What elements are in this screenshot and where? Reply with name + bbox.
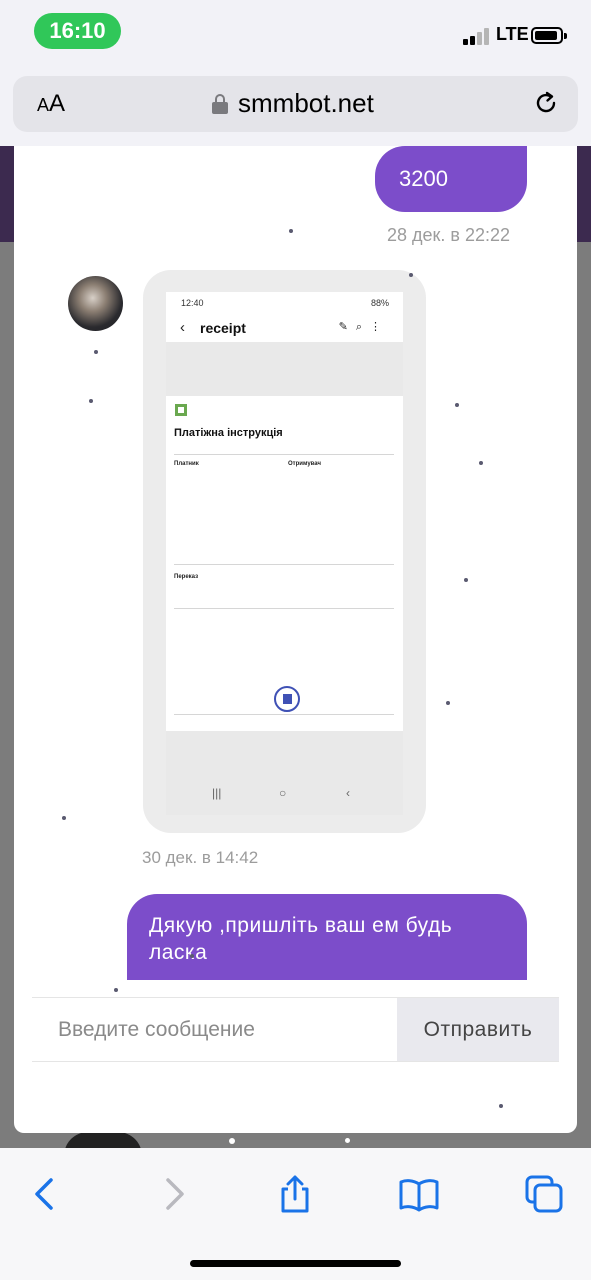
back-arrow-icon: ‹ xyxy=(180,319,185,336)
tabs-icon[interactable] xyxy=(524,1174,564,1214)
chat-window: 3200 28 дек. в 22:22 12:40 88% ‹ receipt… xyxy=(14,146,577,1133)
lock-icon xyxy=(212,94,228,114)
screen: 16:10 LTE AA smmbot.net 3200 28 дек. в 2… xyxy=(0,0,591,1280)
forward-icon[interactable] xyxy=(154,1174,194,1214)
screenshot-status-bar: 12:40 88% xyxy=(166,292,403,314)
document-title: Платіжна інструкція xyxy=(174,427,283,439)
payer-heading: Платник xyxy=(174,461,199,467)
image-message[interactable]: 12:40 88% ‹ receipt ✎⌕⋮ Платіжна інструк… xyxy=(143,270,426,833)
transfer-heading: Переказ xyxy=(174,574,199,580)
message-input[interactable] xyxy=(32,998,397,1061)
send-button[interactable]: Отправить xyxy=(397,998,559,1061)
message-composer: Отправить xyxy=(32,997,559,1062)
url-domain[interactable]: smmbot.net xyxy=(238,88,374,119)
status-time[interactable]: 16:10 xyxy=(34,13,121,49)
screenshot-app-bar: ‹ receipt ✎⌕⋮ xyxy=(166,314,403,342)
battery-icon xyxy=(531,27,567,44)
bank-stamp-icon xyxy=(274,686,300,712)
page-indicator-dot xyxy=(229,1138,235,1144)
text-size-button[interactable]: AA xyxy=(37,90,65,118)
status-bar: 16:10 LTE xyxy=(0,0,591,62)
screenshot-battery: 88% xyxy=(370,298,389,308)
receiver-heading: Отримувач xyxy=(288,461,321,467)
bookmarks-icon[interactable] xyxy=(399,1174,439,1214)
page-indicator-dot xyxy=(345,1138,350,1143)
address-bar[interactable]: AA smmbot.net xyxy=(13,76,578,132)
message-bubble[interactable]: Дякую ,пришліть ваш ем будь ласка xyxy=(127,894,527,980)
reload-icon[interactable] xyxy=(531,88,561,118)
cellular-signal-icon xyxy=(463,27,491,45)
message-timestamp: 28 дек. в 22:22 xyxy=(387,225,511,245)
screenshot-app-title: receipt xyxy=(200,320,246,336)
message-timestamp: 30 дек. в 14:42 xyxy=(142,848,259,867)
bank-logo-icon xyxy=(175,404,187,416)
payment-document: Платіжна інструкція Платник Отримувач Пе… xyxy=(166,396,403,731)
avatar[interactable] xyxy=(68,276,123,331)
home-indicator[interactable] xyxy=(190,1260,401,1267)
screenshot-nav-bar: ||| ○ ‹ xyxy=(212,786,350,800)
back-icon[interactable] xyxy=(25,1174,65,1214)
message-bubble[interactable]: 3200 xyxy=(375,146,527,212)
network-type: LTE xyxy=(496,24,529,44)
share-icon[interactable] xyxy=(275,1174,315,1214)
screenshot-time: 12:40 xyxy=(181,298,204,308)
receipt-screenshot[interactable]: 12:40 88% ‹ receipt ✎⌕⋮ Платіжна інструк… xyxy=(166,292,403,815)
screenshot-toolbar-icons: ✎⌕⋮ xyxy=(338,321,389,333)
